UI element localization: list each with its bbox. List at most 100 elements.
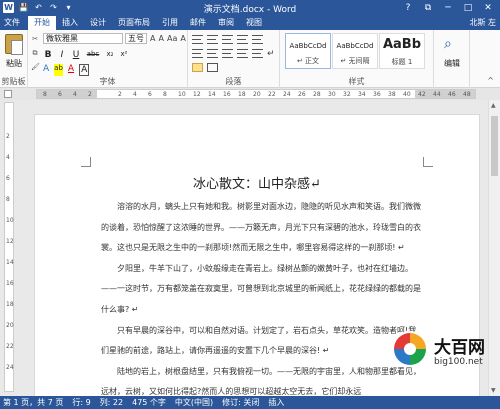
style-name: 标题 1	[391, 58, 413, 66]
justify-icon[interactable]	[237, 49, 248, 58]
ruler-tick: 8	[6, 196, 10, 203]
paste-button[interactable]: 粘贴	[2, 58, 26, 69]
document-body[interactable]: 溶溶的水月，螭头上只有她和我。树影里对面水边，隐隐的听见水声和笑语。我们微微的谈…	[101, 197, 421, 403]
style-normal[interactable]: AaBbCcDd ↵ 正文	[285, 33, 331, 69]
minimize-button[interactable]: ─	[438, 1, 458, 15]
scroll-up-icon[interactable]: ▲	[491, 102, 496, 109]
ruler-tick: 30	[328, 91, 336, 98]
shading-icon[interactable]	[192, 63, 203, 72]
ruler-tick: 6	[58, 91, 62, 98]
bullets-icon[interactable]	[192, 35, 203, 44]
page-count[interactable]: 第 1 页，共 7 页	[3, 396, 63, 409]
grow-font-button[interactable]: A	[150, 34, 155, 43]
close-button[interactable]: ✕	[478, 1, 498, 15]
document-paragraph[interactable]: 只有早晨的深谷中，可以和自然对语。计划定了，岩石点头，草花欢笑。造物者呵!我们星…	[101, 321, 421, 362]
collapse-ribbon-button[interactable]: ^	[487, 76, 494, 85]
tab-7[interactable]: 视图	[240, 16, 268, 30]
find-icon[interactable]: ⌕	[444, 36, 452, 52]
font-color-button[interactable]: A	[68, 64, 74, 76]
tab-file[interactable]: 文件	[0, 16, 24, 30]
shrink-font-button[interactable]: A	[158, 34, 163, 43]
increase-indent-icon[interactable]	[252, 35, 263, 44]
align-left-icon[interactable]	[192, 49, 203, 58]
tab-3[interactable]: 页面布局	[112, 16, 156, 30]
document-paragraph[interactable]: 溶溶的水月，螭头上只有她和我。树影里对面水边，隐隐的听见水声和笑语。我们微微的谈…	[101, 197, 421, 259]
underline-button[interactable]: U	[71, 50, 81, 60]
tab-1[interactable]: 插入	[56, 16, 84, 30]
ruler-tick: 34	[358, 91, 366, 98]
vertical-ruler[interactable]: 2 4 6 8 10 12 14 16 18 20 22 24	[4, 102, 14, 392]
paragraph-group: ↵ 段落	[188, 30, 280, 88]
font-group-label: 字体	[99, 77, 116, 86]
subscript-button[interactable]: x₂	[105, 50, 115, 60]
ruler-tick: 32	[343, 91, 351, 98]
ruler-tick: 28	[313, 91, 321, 98]
insert-mode[interactable]: 插入	[268, 396, 284, 409]
text-effects-button[interactable]: A	[43, 64, 49, 76]
maximize-button[interactable]: □	[458, 1, 478, 15]
ruler-tick: 20	[253, 91, 261, 98]
tab-5[interactable]: 邮件	[184, 16, 212, 30]
multilevel-list-icon[interactable]	[222, 35, 233, 44]
ruler-tick: 16	[223, 91, 231, 98]
ruler-tick: 14	[208, 91, 216, 98]
language[interactable]: 中文(中国)	[175, 396, 213, 409]
style-heading-1[interactable]: AaBb 标题 1	[379, 33, 425, 69]
ruler-tick: 46	[448, 91, 456, 98]
clear-format-button[interactable]: A	[180, 34, 185, 43]
ruler-tick: 10	[6, 217, 14, 224]
style-sample: AaBb	[382, 37, 422, 52]
decrease-indent-icon[interactable]	[237, 35, 248, 44]
highlight-button[interactable]: ab	[54, 64, 63, 76]
paragraph-row-3	[192, 63, 218, 72]
editing-button[interactable]: 编辑	[436, 58, 468, 69]
ruler-tick: 22	[268, 91, 276, 98]
ruler-tick: 2	[118, 91, 122, 98]
horizontal-ruler[interactable]: 8 6 4 2 2 4 6 8 10 12 14 16 18 20 22 24 26 28 30 32 34 36 38 40…	[36, 89, 476, 99]
help-button[interactable]: ?	[398, 1, 418, 15]
borders-icon[interactable]	[207, 63, 218, 72]
track-changes[interactable]: 修订: 关闭	[222, 396, 259, 409]
line-spacing-icon[interactable]	[252, 49, 263, 58]
ruler-tick: 4	[73, 91, 77, 98]
numbering-icon[interactable]	[207, 35, 218, 44]
paragraph-row-1	[192, 35, 263, 44]
show-marks-icon[interactable]: ↵	[267, 49, 277, 60]
strikethrough-button[interactable]: abc	[85, 50, 101, 60]
scrollbar-thumb[interactable]	[491, 116, 498, 176]
ribbon: 粘贴 剪贴板 ✂ ⧉ 🖌 微软雅黑 五号 A A Aa A B I U abc …	[0, 30, 500, 88]
watermark-logo-icon	[392, 331, 428, 367]
bold-button[interactable]: B	[43, 50, 53, 60]
copy-icon[interactable]: ⧉	[31, 49, 39, 57]
paragraph-group-label: 段落	[225, 77, 242, 86]
tab-4[interactable]: 引用	[156, 16, 184, 30]
document-paragraph[interactable]: 夕阳里，牛羊下山了，小蚊般缘走在青岩上。绿树丛颤的嫩黄叶子，也衬在红墙边。——一…	[101, 259, 421, 321]
change-case-button[interactable]: Aa	[167, 34, 177, 43]
font-name-select[interactable]: 微软雅黑	[43, 33, 123, 44]
char-border-button[interactable]: A	[79, 64, 90, 76]
watermark-name: 大百网	[434, 338, 485, 358]
cut-icon[interactable]: ✂	[31, 35, 39, 43]
word-count[interactable]: 475 个字	[132, 396, 166, 409]
status-items: 第 1 页，共 7 页 行: 9 列: 22 475 个字 中文(中国) 修订:…	[3, 396, 284, 409]
ruler-tick: 18	[238, 91, 246, 98]
tab-0[interactable]: 开始	[28, 16, 56, 30]
tab-6[interactable]: 审阅	[212, 16, 240, 30]
align-right-icon[interactable]	[222, 49, 233, 58]
font-size-select[interactable]: 五号	[125, 33, 147, 44]
tab-2[interactable]: 设计	[84, 16, 112, 30]
align-center-icon[interactable]	[207, 49, 218, 58]
horizontal-ruler-row: 8 6 4 2 2 4 6 8 10 12 14 16 18 20 22 24 26 28 30 32 34 36 38 40…	[0, 88, 500, 100]
superscript-button[interactable]: x²	[119, 50, 129, 60]
ruler-tick: 10	[178, 91, 186, 98]
ribbon-display-button[interactable]: ⧉	[418, 1, 438, 15]
paste-icon[interactable]	[5, 34, 23, 55]
style-no-spacing[interactable]: AaBbCcDd ↵ 无间隔	[332, 33, 378, 69]
font-group: ✂ ⧉ 🖌 微软雅黑 五号 A A Aa A B I U abc x₂ x² A…	[28, 30, 188, 88]
user-account[interactable]: 北斯 左	[469, 16, 496, 30]
italic-button[interactable]: I	[57, 50, 67, 60]
document-heading[interactable]: 冰心散文：山中杂感↵	[35, 173, 479, 192]
ruler-tick: 48	[463, 91, 471, 98]
tab-selector[interactable]	[4, 90, 12, 98]
format-painter-icon[interactable]: 🖌	[31, 63, 40, 71]
